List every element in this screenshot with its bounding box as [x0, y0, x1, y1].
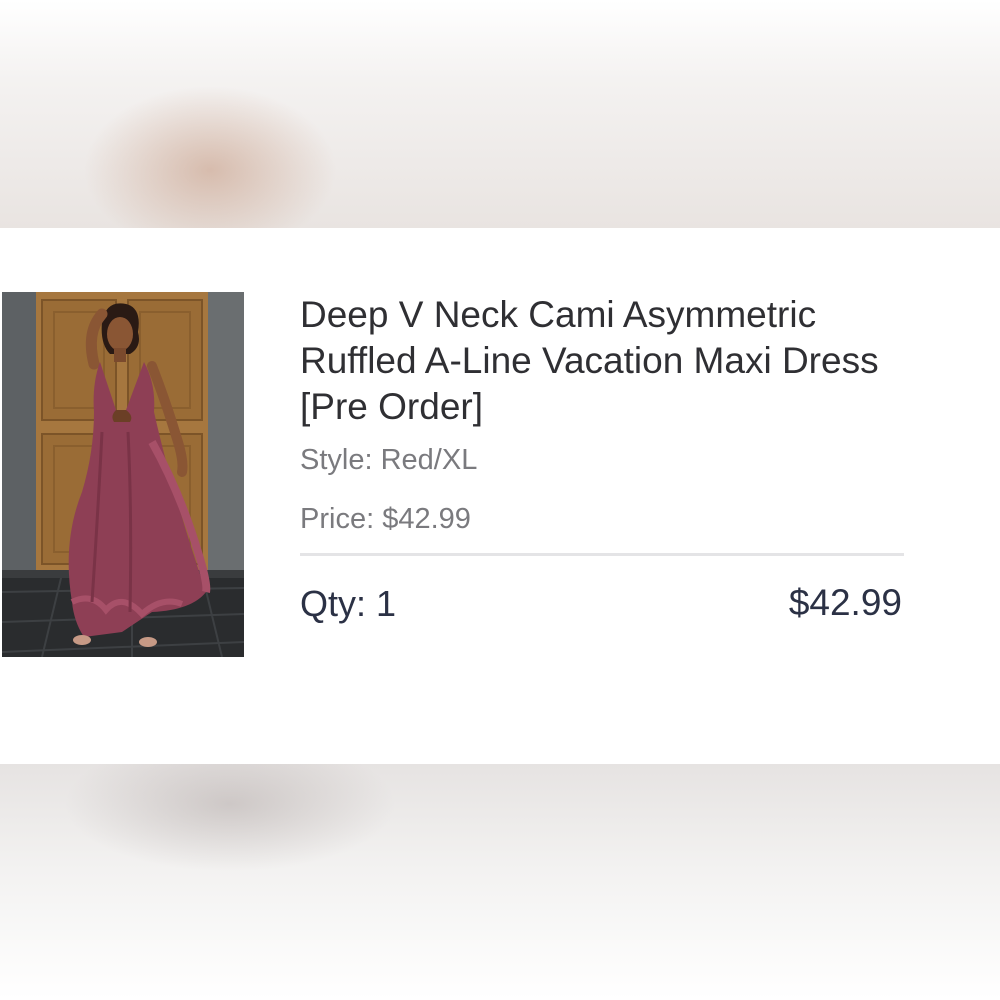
qty-label: Qty:: [300, 583, 367, 624]
price-value: $42.99: [382, 503, 471, 535]
product-photo-dress: [2, 292, 244, 657]
product-title[interactable]: Deep V Neck Cami Asymmetric Ruffled A-Li…: [300, 292, 920, 430]
quantity: Qty: 1: [300, 583, 396, 625]
product-unit-price: Price: $42.99: [300, 503, 471, 536]
product-thumbnail[interactable]: [2, 292, 244, 657]
product-style: Style: Red/XL: [300, 444, 477, 477]
divider: [300, 553, 904, 556]
blurred-background-top: [0, 0, 1000, 228]
style-label: Style:: [300, 444, 373, 476]
blurred-background-bottom: [0, 764, 1000, 1000]
line-total: $42.99: [788, 582, 902, 623]
price-label: Price:: [300, 503, 375, 535]
style-value: Red/XL: [380, 444, 478, 476]
qty-value: 1: [376, 583, 397, 624]
